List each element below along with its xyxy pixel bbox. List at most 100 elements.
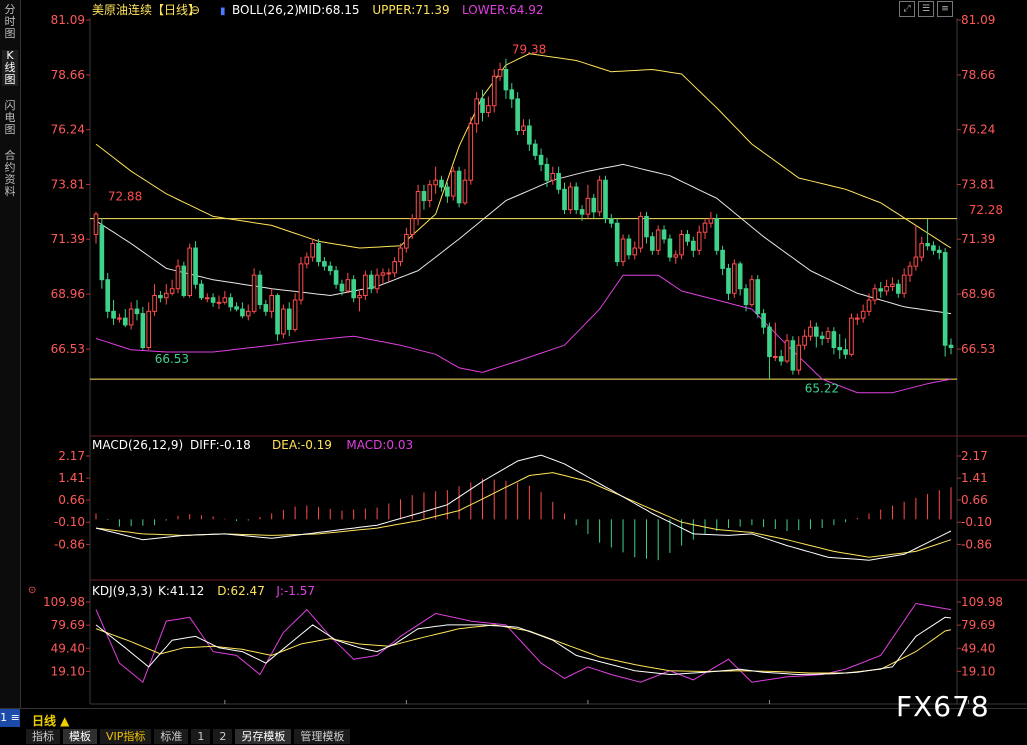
candle [240, 308, 245, 317]
price-annotation: 72.28 [969, 203, 1003, 217]
candle [802, 335, 807, 346]
candle [866, 299, 872, 312]
candle [562, 188, 567, 211]
menu-icon[interactable]: ≡ [937, 1, 953, 17]
candle [726, 267, 731, 294]
candle [843, 349, 848, 355]
list-icon[interactable]: ☰ [918, 1, 934, 17]
y-tick-label-left: 76.24 [51, 123, 85, 137]
period-selector[interactable]: 日线 ▲ [32, 712, 69, 729]
standard-button[interactable]: 标准 [154, 729, 190, 744]
candle [491, 75, 497, 107]
candle [772, 356, 778, 359]
candle [679, 233, 684, 256]
y-tick-label-right: 1.41 [961, 471, 988, 485]
y-tick-label-right: 73.81 [961, 178, 995, 192]
legend-item: D:62.47 [217, 584, 265, 598]
candle [591, 197, 597, 213]
legend-item: DEA:-0.19 [272, 438, 332, 452]
candle [661, 229, 667, 240]
bottom-bar: 1 ≡ 日线 ▲ 指标 模板 VIP指标 标准 1 2 另存模板 管理模板 [0, 708, 1027, 745]
y-tick-label-right: 49.40 [961, 641, 995, 655]
vip-indicator-button[interactable]: VIP指标 [100, 729, 153, 744]
indicator-icon: ▮ [220, 6, 226, 17]
candle [228, 297, 234, 308]
price-annotation: 66.53 [155, 352, 189, 366]
candle [122, 317, 128, 326]
y-tick-label-right: 78.66 [961, 68, 995, 82]
macd-dea-line [95, 472, 952, 558]
candle [860, 310, 866, 319]
candle [398, 247, 403, 263]
kdj-title: KDJ(9,3,3) [92, 584, 153, 598]
candle [445, 186, 450, 197]
legend-item: MID:68.15 [298, 3, 360, 17]
candle [714, 218, 720, 251]
candle [655, 229, 661, 251]
manage-template-button[interactable]: 管理模板 [294, 729, 352, 744]
watermark: FX678 [896, 690, 990, 723]
legend-item: MACD:0.03 [346, 438, 413, 452]
candle [895, 283, 901, 294]
y-tick-label-right: 66.53 [961, 342, 995, 356]
y-tick-label-left: 0.66 [58, 493, 85, 507]
candle [819, 335, 825, 339]
candle [901, 274, 907, 294]
candle [111, 310, 116, 319]
candle [644, 215, 649, 238]
candle [521, 125, 526, 132]
candle [650, 236, 655, 251]
candle [784, 340, 790, 362]
candle [462, 179, 468, 204]
expand-icon[interactable]: ⤢ [899, 1, 915, 17]
candle [152, 295, 157, 312]
candle [169, 288, 175, 294]
candle [427, 184, 433, 202]
save-template-button[interactable]: 另存模板 [235, 729, 293, 744]
candle [439, 179, 444, 188]
y-tick-label-right: 0.66 [961, 493, 988, 507]
page-badge[interactable]: 1 ≡ [0, 709, 20, 727]
candle [392, 261, 397, 274]
candle [322, 261, 327, 267]
y-tick-label-right: -0.86 [961, 537, 992, 551]
template-button[interactable]: 模板 [63, 729, 98, 744]
layout-2-button[interactable]: 2 [213, 729, 234, 744]
kdj-k-line [95, 616, 952, 676]
indicator-button[interactable]: 指标 [26, 729, 61, 744]
candle [351, 279, 356, 299]
macd-diff-line [95, 454, 952, 561]
candle [193, 247, 198, 285]
candle [632, 247, 638, 256]
legend-item: DIFF:-0.18 [190, 438, 251, 452]
candle [327, 265, 333, 272]
legend-item: UPPER:71.39 [372, 3, 449, 17]
candle [257, 274, 263, 306]
candle [216, 301, 222, 304]
legend-item: LOWER:64.92 [462, 3, 544, 17]
candle [931, 245, 936, 251]
candle [515, 98, 520, 132]
candle [380, 272, 386, 276]
candle [884, 285, 889, 292]
candle [509, 89, 515, 100]
candle [532, 143, 538, 156]
y-tick-label-left: 68.96 [51, 287, 85, 301]
candle [234, 306, 239, 310]
y-tick-label-left: 73.81 [51, 178, 85, 192]
candle [579, 209, 585, 215]
window-controls: ⤢ ☰ ≡ [896, 1, 953, 17]
candle [339, 283, 345, 292]
candle [702, 222, 708, 233]
candle [134, 308, 140, 315]
chart-title: 美原油连续【日线】 [92, 2, 200, 17]
candle [128, 308, 134, 326]
candle [468, 123, 474, 181]
layout-1-button[interactable]: 1 [191, 729, 212, 744]
candle [251, 274, 257, 312]
candle [316, 243, 321, 263]
y-tick-label-left: 19.10 [51, 664, 85, 678]
y-tick-label-right: 68.96 [961, 287, 995, 301]
chart-area[interactable]: 81.09 81.09 78.66 78.66 76.24 76.24 73.81 73.81… [0, 0, 1027, 708]
candle [761, 313, 766, 328]
